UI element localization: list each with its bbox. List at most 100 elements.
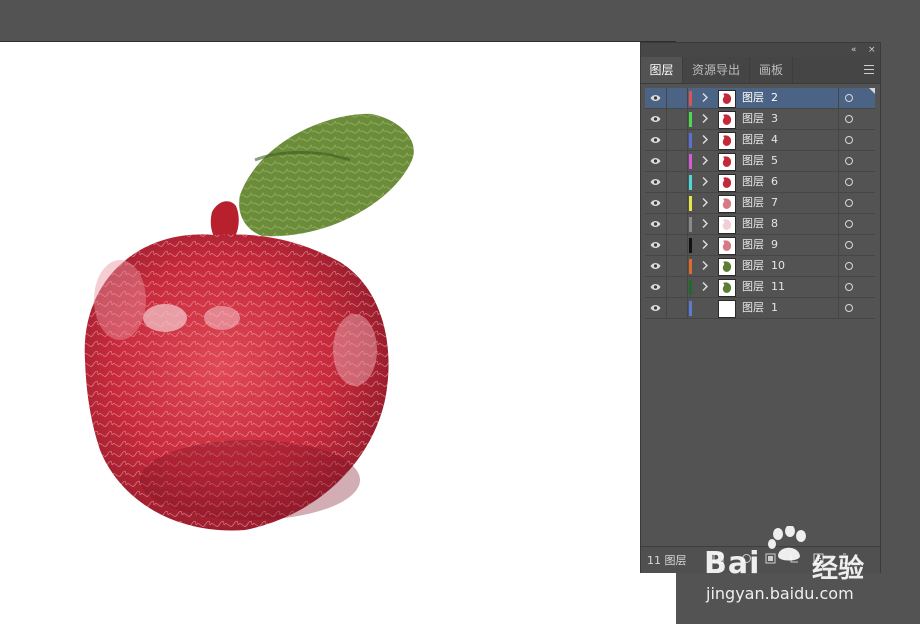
visibility-toggle[interactable] [645,130,667,150]
lock-toggle[interactable] [667,256,688,276]
panel-header-bar: « × [641,43,880,57]
layer-name[interactable]: 图层 4 [742,130,778,150]
layer-row[interactable]: 图层 9 [645,235,875,256]
lock-toggle[interactable] [667,235,688,255]
layer-name[interactable]: 图层 3 [742,109,778,129]
target-circle-icon[interactable] [845,262,853,270]
chevron-right-icon[interactable] [701,176,709,187]
layer-color-swatch [689,196,692,211]
chevron-right-icon[interactable] [701,92,709,103]
layer-name[interactable]: 图层 1 [742,298,778,318]
layer-name[interactable]: 图层 11 [742,277,785,297]
target-circle-icon[interactable] [845,94,853,102]
layer-row[interactable]: 图层 3 [645,109,875,130]
layer-color-swatch [689,91,692,106]
layer-thumbnail [718,216,736,234]
target-circle-icon[interactable] [845,136,853,144]
layer-thumbnail [718,174,736,192]
chevron-right-icon[interactable] [701,260,709,271]
column-divider [838,277,839,297]
visibility-toggle[interactable] [645,151,667,171]
column-divider [838,109,839,129]
layer-row[interactable]: 图层 7 [645,193,875,214]
visibility-toggle[interactable] [645,256,667,276]
chevron-right-icon[interactable] [701,218,709,229]
layer-thumbnail [718,195,736,213]
tab-asset-export[interactable]: 资源导出 [683,57,750,83]
visibility-toggle[interactable] [645,277,667,297]
layer-color-swatch [689,280,692,295]
layer-color-swatch [689,217,692,232]
layer-name[interactable]: 图层 6 [742,172,778,192]
lock-toggle[interactable] [667,109,688,129]
tab-layers[interactable]: 图层 [641,57,683,83]
target-circle-icon[interactable] [845,115,853,123]
lock-toggle[interactable] [667,88,688,108]
layer-row[interactable]: 图层 8 [645,214,875,235]
layer-count: 11 图层 [647,554,687,567]
visibility-toggle[interactable] [645,172,667,192]
target-circle-icon[interactable] [845,178,853,186]
target-circle-icon[interactable] [845,241,853,249]
apple-artwork [84,113,414,531]
eye-icon [650,221,661,227]
lock-toggle[interactable] [667,214,688,234]
chevron-right-icon[interactable] [701,134,709,145]
layer-name[interactable]: 图层 9 [742,235,778,255]
layer-row[interactable]: 图层 6 [645,172,875,193]
layer-thumbnail [718,258,736,276]
visibility-toggle[interactable] [645,235,667,255]
column-divider [838,193,839,213]
column-divider [838,88,839,108]
layer-color-swatch [689,112,692,127]
layer-color-swatch [689,259,692,274]
layer-thumbnail [718,132,736,150]
column-divider [838,214,839,234]
chevron-right-icon[interactable] [701,281,709,292]
target-circle-icon[interactable] [845,199,853,207]
chevron-right-icon[interactable] [701,197,709,208]
target-circle-icon[interactable] [845,304,853,312]
artboard-canvas[interactable] [0,42,676,624]
column-divider [838,130,839,150]
target-circle-icon[interactable] [845,157,853,165]
lock-toggle[interactable] [667,298,688,318]
panel-menu-icon[interactable] [864,65,874,74]
lock-toggle[interactable] [667,172,688,192]
watermark-brand-suffix: 经验 [812,554,865,584]
target-circle-icon[interactable] [845,220,853,228]
layer-thumbnail [718,153,736,171]
close-panel-button[interactable]: × [868,44,876,56]
layer-row[interactable]: 图层 2 [645,88,875,109]
lock-toggle[interactable] [667,151,688,171]
column-divider [838,298,839,318]
panel-tabs: 图层 资源导出 画板 [641,57,880,84]
layer-row[interactable]: 图层 4 [645,130,875,151]
layer-row[interactable]: 图层 1 [645,298,875,319]
layer-row[interactable]: 图层 5 [645,151,875,172]
lock-toggle[interactable] [667,130,688,150]
layer-name[interactable]: 图层 8 [742,214,778,234]
layer-name[interactable]: 图层 10 [742,256,785,276]
layer-thumbnail [718,111,736,129]
lock-toggle[interactable] [667,193,688,213]
target-circle-icon[interactable] [845,283,853,291]
eye-icon [650,179,661,185]
layer-color-swatch [689,154,692,169]
visibility-toggle[interactable] [645,298,667,318]
tab-artboards[interactable]: 画板 [750,57,793,83]
chevron-right-icon[interactable] [701,113,709,124]
chevron-right-icon[interactable] [701,155,709,166]
chevron-right-icon[interactable] [701,239,709,250]
visibility-toggle[interactable] [645,214,667,234]
collapse-panel-button[interactable]: « [851,44,857,56]
visibility-toggle[interactable] [645,109,667,129]
layer-name[interactable]: 图层 5 [742,151,778,171]
visibility-toggle[interactable] [645,193,667,213]
layer-row[interactable]: 图层 11 [645,277,875,298]
visibility-toggle[interactable] [645,88,667,108]
layer-row[interactable]: 图层 10 [645,256,875,277]
layer-name[interactable]: 图层 7 [742,193,778,213]
layer-name[interactable]: 图层 2 [742,88,778,108]
lock-toggle[interactable] [667,277,688,297]
